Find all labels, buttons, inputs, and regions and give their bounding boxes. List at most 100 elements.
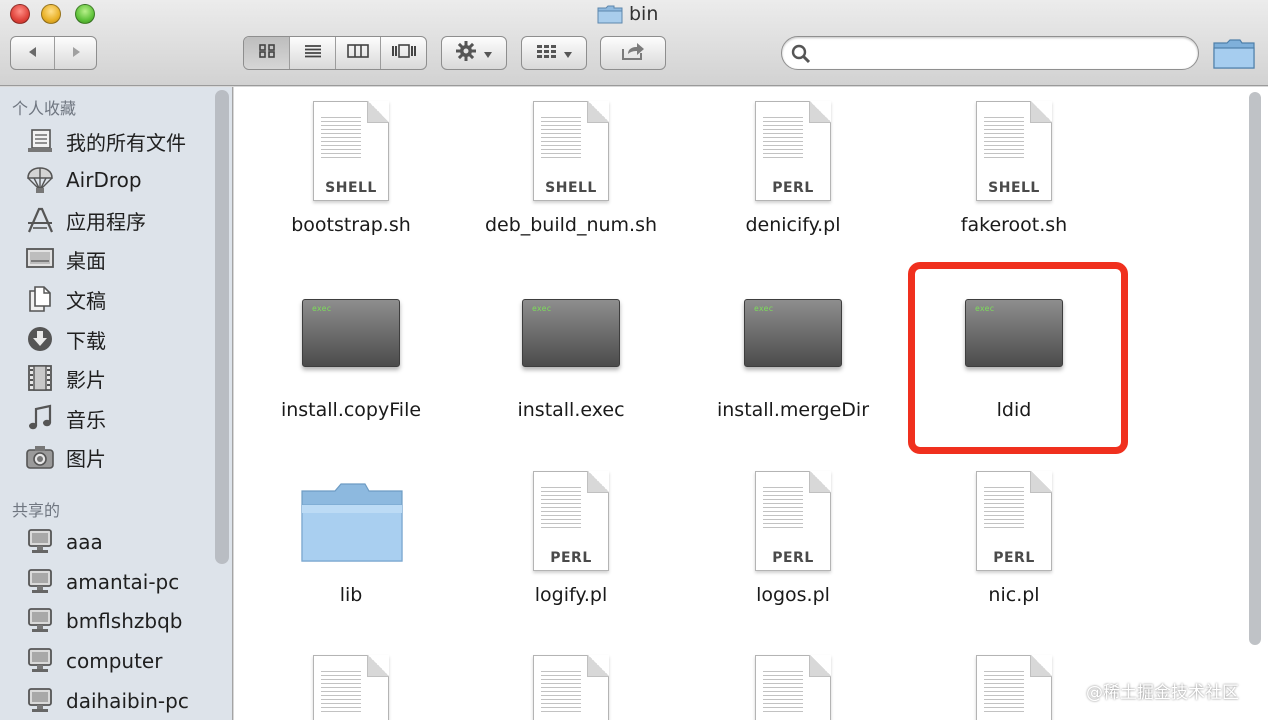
sidebar-item-label: 下载: [66, 328, 106, 353]
file-item[interactable]: PERL logify.pl: [461, 471, 681, 621]
file-name: fakeroot.sh: [960, 214, 1068, 236]
sidebar-item-label: 文稿: [66, 288, 106, 313]
column-view-button[interactable]: [334, 37, 381, 69]
unix-executable-icon: exec: [302, 299, 400, 367]
file-item[interactable]: exec install.mergeDir: [683, 299, 903, 429]
airdrop-icon: [22, 165, 58, 195]
sidebar-item-desktop[interactable]: 桌面: [22, 241, 212, 277]
document-icon: [755, 655, 831, 720]
unix-executable-icon: exec: [744, 299, 842, 367]
shell-script-icon: SHELL: [533, 101, 609, 201]
close-window-button[interactable]: [10, 4, 30, 24]
sidebar-item-label: amantai-pc: [66, 570, 180, 594]
movies-icon: [22, 363, 58, 393]
file-item[interactable]: SHELL bootstrap.sh: [241, 101, 461, 251]
sidebar-item-downloads[interactable]: 下载: [22, 321, 212, 357]
sidebar-item-airdrop[interactable]: AirDrop: [22, 162, 212, 198]
sidebar-item-label: 应用程序: [66, 209, 146, 234]
sidebar-item-pictures[interactable]: 图片: [22, 439, 212, 475]
perl-script-icon: PERL: [533, 471, 609, 571]
sidebar-item-label: aaa: [66, 530, 103, 554]
file-name: denicify.pl: [745, 214, 841, 236]
computer-icon: [22, 606, 58, 636]
action-menu-button[interactable]: [441, 36, 507, 70]
perl-script-icon: PERL: [976, 471, 1052, 571]
computer-icon: [22, 527, 58, 557]
file-name: install.copyFile: [280, 399, 422, 421]
chevron-left-icon: [26, 44, 40, 63]
applications-icon: [22, 205, 58, 235]
folder-item[interactable]: lib: [241, 471, 461, 621]
forward-button[interactable]: [54, 37, 96, 69]
sidebar-item-shared-bmflshzbqb[interactable]: bmflshzbqb: [22, 603, 212, 639]
document-icon: [533, 655, 609, 720]
file-item[interactable]: [461, 655, 681, 720]
share-icon: [620, 41, 646, 65]
shell-script-icon: SHELL: [313, 101, 389, 201]
computer-icon: [22, 646, 58, 676]
computer-icon: [22, 686, 58, 716]
back-forward-control: [10, 36, 97, 70]
zoom-window-button[interactable]: [75, 4, 95, 24]
file-name: deb_build_num.sh: [484, 214, 658, 236]
icon-view-icon: [258, 43, 276, 63]
icon-view-button[interactable]: [244, 37, 290, 69]
file-item[interactable]: SHELL deb_build_num.sh: [461, 101, 681, 251]
unix-executable-icon: exec: [522, 299, 620, 367]
file-name: install.mergeDir: [716, 399, 870, 421]
sidebar-item-label: 音乐: [66, 407, 106, 432]
list-view-button[interactable]: [289, 37, 335, 69]
documents-icon: [22, 284, 58, 314]
search-input[interactable]: [818, 41, 1188, 65]
search-field[interactable]: [781, 36, 1199, 70]
document-icon: [976, 655, 1052, 720]
file-item[interactable]: PERL logos.pl: [683, 471, 903, 621]
sidebar-item-label: 图片: [66, 446, 106, 471]
file-name: ldid: [996, 399, 1032, 421]
gear-icon: [455, 40, 477, 66]
file-item[interactable]: SHELL fakeroot.sh: [904, 101, 1124, 251]
sidebar-item-all-files[interactable]: 我的所有文件: [22, 123, 212, 159]
file-item[interactable]: [683, 655, 903, 720]
sidebar-item-applications[interactable]: 应用程序: [22, 202, 212, 238]
file-item[interactable]: PERL nic.pl: [904, 471, 1124, 621]
minimize-window-button[interactable]: [41, 4, 61, 24]
music-icon: [22, 403, 58, 433]
sidebar: 个人收藏 我的所有文件 AirDrop 应用程序 桌面 文稿 下载 影片 音乐 …: [0, 87, 233, 720]
desktop-icon: [22, 244, 58, 274]
document-icon: [313, 655, 389, 720]
perl-script-icon: PERL: [755, 471, 831, 571]
file-browser: SHELL bootstrap.sh SHELL deb_build_num.s…: [234, 87, 1268, 720]
file-item[interactable]: exec install.copyFile: [241, 299, 461, 429]
favorites-header: 个人收藏: [12, 99, 77, 118]
file-item[interactable]: [241, 655, 461, 720]
grid-arrange-icon: [535, 43, 557, 63]
sidebar-item-shared-computer[interactable]: computer: [22, 643, 212, 679]
content-scrollbar[interactable]: [1249, 92, 1261, 645]
file-name: bootstrap.sh: [291, 214, 411, 236]
arrange-menu-button[interactable]: [521, 36, 587, 70]
chevron-down-icon: [483, 44, 493, 63]
sidebar-item-shared-daihaibin-pc[interactable]: daihaibin-pc: [22, 683, 212, 719]
sidebar-item-music[interactable]: 音乐: [22, 400, 212, 436]
sidebar-item-shared-aaa[interactable]: aaa: [22, 524, 212, 560]
list-view-icon: [303, 43, 323, 63]
back-button[interactable]: [11, 37, 54, 69]
view-mode-control: [243, 36, 427, 70]
toolbar-folder-icon[interactable]: [1212, 38, 1256, 70]
sidebar-item-movies[interactable]: 影片: [22, 360, 212, 396]
file-item[interactable]: exec install.exec: [461, 299, 681, 429]
share-button[interactable]: [600, 36, 666, 70]
sidebar-item-shared-amantai-pc[interactable]: amantai-pc: [22, 564, 212, 600]
sidebar-item-documents[interactable]: 文稿: [22, 281, 212, 317]
sidebar-scrollbar[interactable]: [215, 90, 229, 564]
sidebar-item-label: bmflshzbqb: [66, 609, 183, 633]
cover-flow-view-button[interactable]: [380, 37, 426, 69]
pictures-icon: [22, 442, 58, 472]
column-view-icon: [347, 43, 370, 63]
file-item-ldid[interactable]: exec ldid: [904, 299, 1124, 429]
folder-icon: [597, 4, 623, 24]
window-title-text: bin: [629, 3, 659, 25]
sidebar-item-label: 影片: [66, 367, 106, 392]
file-item[interactable]: PERL denicify.pl: [683, 101, 903, 251]
